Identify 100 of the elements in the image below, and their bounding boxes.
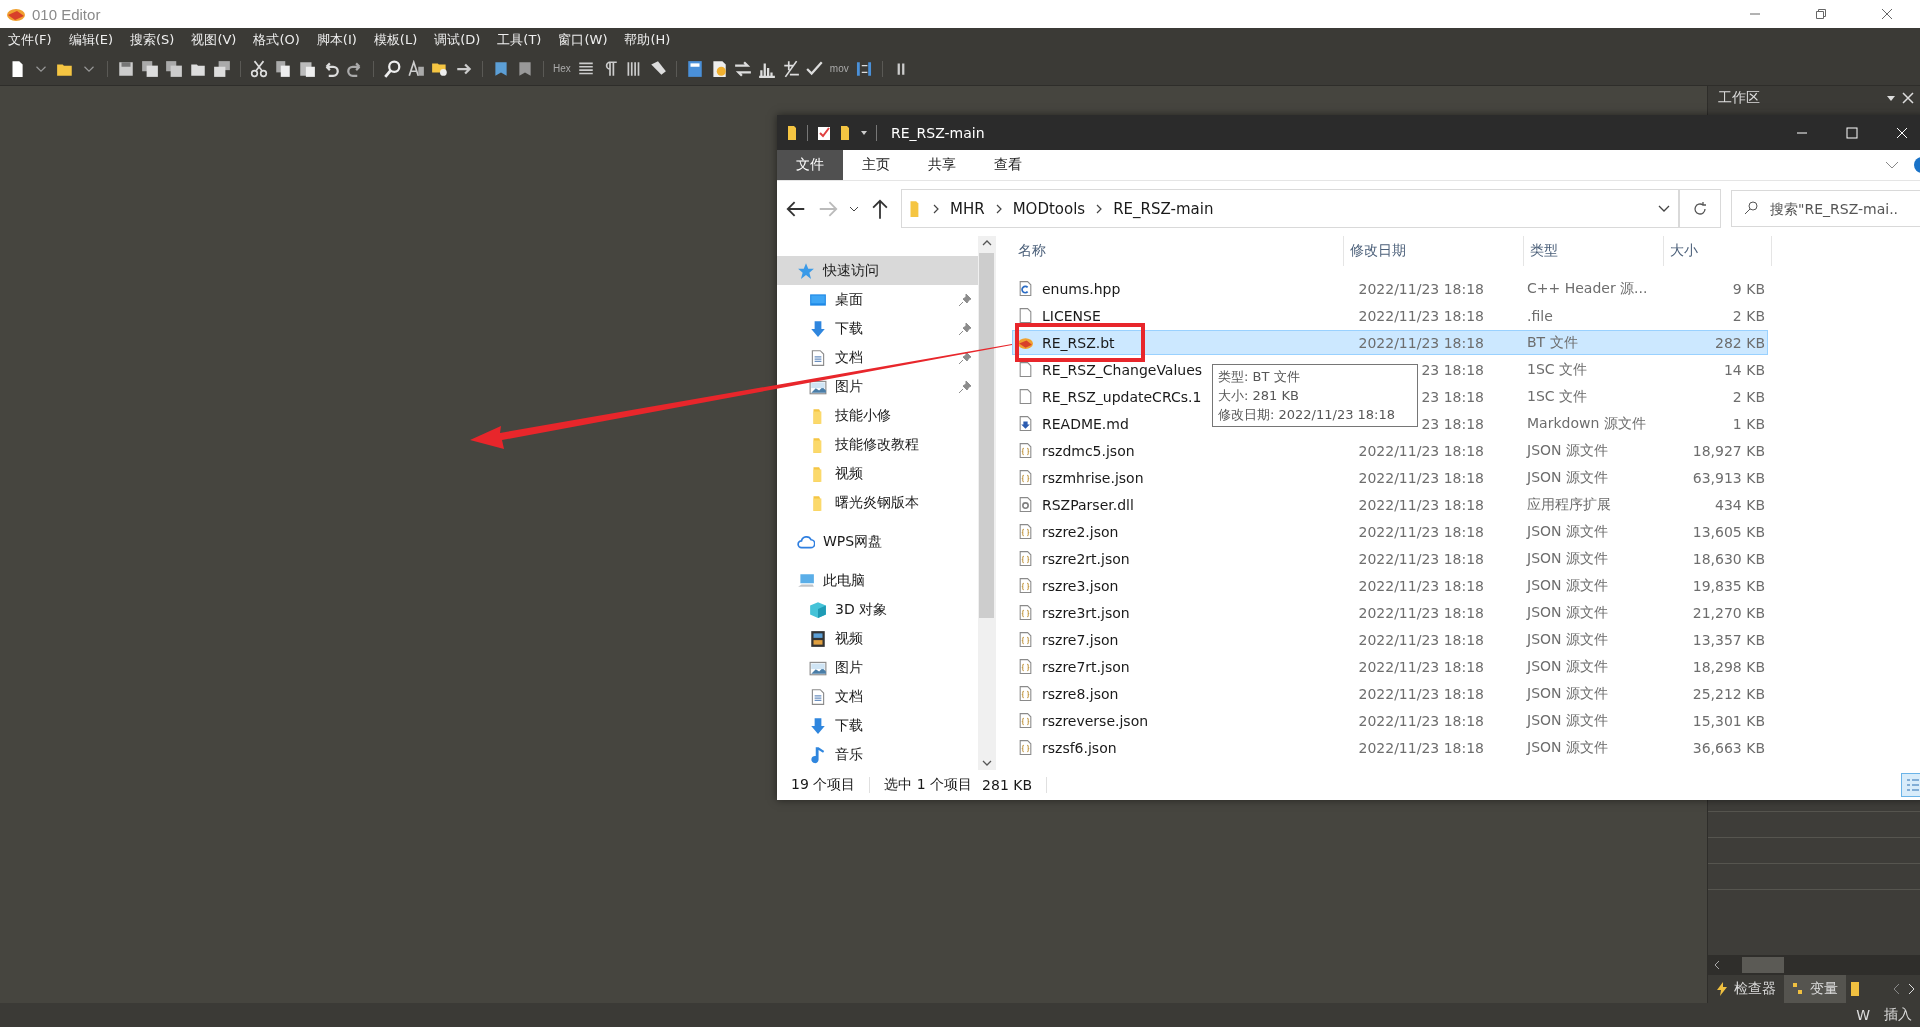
sidebar-item[interactable]: 视频 (777, 624, 978, 653)
panel-tab[interactable]: 变量 (1784, 975, 1846, 1003)
json-file-icon (1017, 658, 1034, 675)
caret-icon[interactable] (1886, 93, 1896, 103)
menu-item[interactable]: 模板(L) (373, 31, 418, 49)
menu-item[interactable]: 脚本(I) (316, 31, 357, 49)
size-cell-text: 15,301 KB (1691, 712, 1765, 729)
scissors-icon[interactable] (250, 59, 268, 78)
sidebar-item[interactable]: 音乐 (777, 740, 978, 769)
type-cell-text: C++ Header 源... (1527, 279, 1649, 298)
bookmark-icon[interactable] (516, 59, 534, 78)
menu-item[interactable]: 帮助(H) (624, 31, 671, 49)
sidebar-item[interactable]: 3D 对象 (777, 595, 978, 624)
file-name: RSZParser.dll (1042, 496, 1134, 513)
scrollbar-thumb[interactable] (979, 253, 994, 618)
menu-item[interactable]: 搜索(S) (130, 31, 175, 49)
paste-icon[interactable] (298, 59, 316, 78)
menu-item[interactable]: 视图(V) (191, 31, 237, 49)
pin-icon[interactable] (958, 292, 972, 307)
disks-icon[interactable] (165, 59, 183, 78)
cube-icon (809, 600, 827, 619)
file-name: enums.hpp (1042, 280, 1121, 297)
search-field[interactable]: 搜索"RE_RSZ-mai.. (1731, 190, 1920, 227)
column-header[interactable]: 大小 (1664, 236, 1772, 266)
file-name: LICENSE (1042, 307, 1101, 324)
date-cell-text: 2022/11/23 18:18 (1357, 334, 1484, 351)
breadcrumb-item[interactable]: MODtools (1012, 199, 1086, 218)
plus-minus-icon[interactable] (781, 59, 800, 78)
sidebar-item[interactable]: 下载 (777, 711, 978, 740)
pin-icon[interactable] (958, 379, 972, 394)
sidebar-item[interactable]: 视频 (777, 459, 978, 488)
file-name: README.md (1042, 415, 1129, 432)
menu-item[interactable]: 工具(T) (497, 31, 542, 49)
bookmark-icon[interactable] (492, 59, 510, 78)
replace-icon[interactable] (407, 59, 425, 78)
chevron-icon (994, 202, 1003, 215)
folder-icon[interactable] (787, 124, 799, 141)
ribbon-tab[interactable]: 共享 (909, 150, 975, 180)
disks-icon[interactable] (141, 59, 159, 78)
toolbar-button[interactable]: Hex (553, 63, 571, 74)
column-header[interactable]: 修改日期 (1344, 236, 1524, 266)
refresh-icon[interactable] (1692, 200, 1708, 217)
search-icon[interactable] (383, 59, 401, 78)
column-header[interactable]: 类型 (1524, 236, 1664, 266)
file-name: rszre7.json (1042, 631, 1119, 648)
menu-item[interactable]: 编辑(E) (68, 31, 113, 49)
date-cell-text: 2022/11/23 18:18 (1357, 604, 1484, 621)
checkmark-icon[interactable] (805, 59, 824, 78)
file-name: RE_RSZ_ChangeValues (1042, 361, 1203, 378)
menu-item[interactable]: 调试(D) (434, 31, 481, 49)
column-header[interactable]: 名称 (1012, 236, 1344, 266)
caret-icon[interactable] (1658, 204, 1670, 213)
expand-icon[interactable] (1885, 160, 1899, 170)
swap-icon[interactable] (733, 59, 752, 78)
calculator-icon[interactable] (685, 59, 704, 78)
folders-icon[interactable] (213, 59, 231, 78)
type-cell-text: JSON 源文件 (1527, 711, 1609, 730)
date-cell-text: 2022/11/23 18:18 (1357, 550, 1484, 567)
size-cell-text: 18,927 KB (1691, 442, 1765, 459)
toolbar-button[interactable]: mov (829, 63, 849, 74)
scroll-right-icon[interactable] (1906, 983, 1916, 995)
refresh-button[interactable] (1679, 189, 1721, 228)
ribbon-tab[interactable]: 主页 (843, 150, 909, 180)
selected-file-row[interactable]: RE_RSZ.bt 2022/11/23 18:18 BT 文件 282 KB (1012, 330, 1768, 355)
sidebar-item[interactable]: 快速访问 (777, 256, 978, 285)
panel-tab[interactable]: 检查器 (1708, 975, 1784, 1003)
menu-item[interactable]: 格式(O) (253, 31, 300, 49)
type-cell-text: JSON 源文件 (1527, 549, 1609, 568)
sidebar-item[interactable]: 下载 (777, 314, 978, 343)
sidebar-item[interactable]: 技能小修 (777, 401, 978, 430)
sidebar-item[interactable]: 技能修改教程 (777, 430, 978, 459)
breadcrumb-item[interactable]: RE_RSZ-main (1113, 199, 1214, 218)
checklist-icon[interactable] (816, 124, 832, 141)
size-cell-text: 14 KB (1722, 361, 1765, 378)
chevron-icon (932, 202, 940, 215)
date-cell-text: 2022/11/23 18:18 (1357, 658, 1484, 675)
restore-icon[interactable] (1815, 8, 1827, 20)
breadcrumb-item[interactable]: MHR (950, 199, 985, 218)
sidebar-item[interactable]: 此电脑 (777, 566, 978, 595)
sidebar-item[interactable]: 文档 (777, 682, 978, 711)
pin-icon[interactable] (958, 321, 972, 336)
folder-icon[interactable] (840, 124, 852, 141)
sidebar-item[interactable]: 曙光炎钢版本 (777, 488, 978, 517)
sidebar-item[interactable]: WPS网盘 (777, 527, 978, 556)
pin-icon[interactable] (958, 350, 972, 365)
ribbon-tab[interactable]: 文件 (777, 150, 843, 180)
sidebar-item[interactable]: 图片 (777, 653, 978, 682)
scroll-left-icon[interactable] (1712, 960, 1722, 970)
caret-icon[interactable] (860, 128, 868, 137)
scrollbar-thumb[interactable] (1742, 957, 1784, 973)
file-name: rszsf6.json (1042, 739, 1117, 756)
menu-item[interactable]: 文件(F) (8, 31, 52, 49)
copy-icon[interactable] (274, 59, 292, 78)
folder-icon[interactable] (1850, 981, 1860, 997)
menu-item[interactable]: 窗口(W) (558, 31, 608, 49)
sidebar-item[interactable]: 桌面 (777, 285, 978, 314)
ribbon-tab[interactable]: 查看 (975, 150, 1041, 180)
address-bar[interactable]: MHR MODtools RE_RSZ-main (901, 189, 1679, 228)
maximize-icon[interactable] (1846, 126, 1858, 139)
music-icon (809, 745, 827, 764)
